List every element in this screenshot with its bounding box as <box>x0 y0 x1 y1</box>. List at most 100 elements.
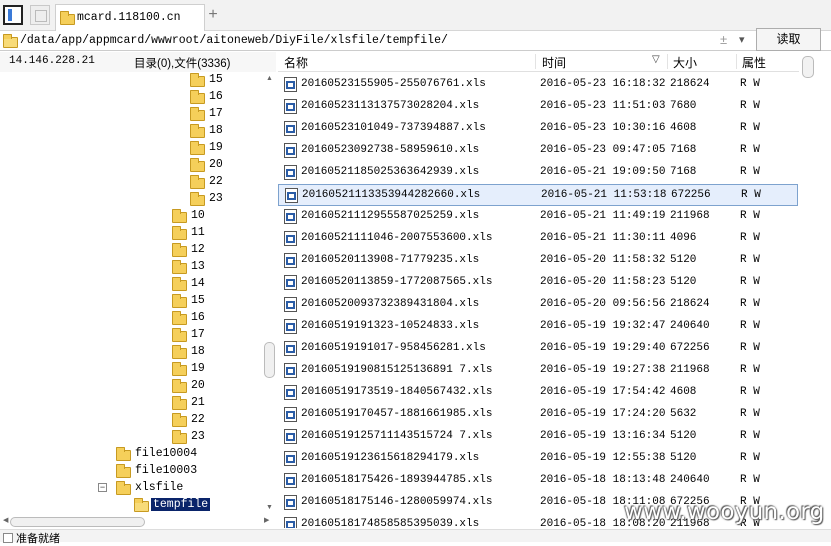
file-list-scrollbar[interactable] <box>799 52 819 528</box>
window-icon[interactable] <box>30 5 50 25</box>
folder-icon <box>172 243 187 257</box>
folder-icon <box>3 34 18 48</box>
folder-icon <box>172 209 187 223</box>
file-row[interactable]: 20160518175426-1893944785.xls 2016-05-18 … <box>278 470 798 492</box>
file-row[interactable]: 20160519190815125136891 7.xls 2016-05-19 … <box>278 360 798 382</box>
file-row[interactable]: 20160519170457-1881661985.xls 2016-05-19 … <box>278 404 798 426</box>
file-row[interactable]: 20160523092738-58959610.xls 2016-05-23 09… <box>278 140 798 162</box>
column-divider[interactable] <box>535 54 536 69</box>
file-size: 4608 <box>670 386 697 398</box>
folder-icon <box>172 311 187 325</box>
folder-icon <box>190 175 205 189</box>
panel-toggle-icon[interactable] <box>3 5 23 25</box>
address-bar[interactable]: /data/app/appmcard/wwwroot/aitoneweb/Diy… <box>0 31 831 51</box>
file-attr: R W <box>740 78 760 90</box>
file-name: 20160523101049-737394887.xls <box>301 122 486 134</box>
file-size: 5120 <box>670 430 697 442</box>
xls-file-icon <box>284 473 297 488</box>
file-time: 2016-05-20 11:58:32 <box>540 254 666 266</box>
folder-icon <box>172 294 187 308</box>
file-row[interactable]: 20160521111046-2007553600.xls 2016-05-21 … <box>278 228 798 250</box>
tree-node-label: 16 <box>209 90 223 103</box>
folder-icon <box>190 73 205 87</box>
file-time: 2016-05-20 09:56:56 <box>540 298 666 310</box>
read-button[interactable]: 读取 <box>756 28 821 51</box>
file-time: 2016-05-19 12:55:38 <box>540 452 666 464</box>
xls-file-icon <box>284 275 297 290</box>
chevron-down-icon[interactable]: ▾ <box>739 33 745 46</box>
tree-horizontal-scrollbar[interactable]: ◀ ▶ <box>0 515 276 528</box>
file-name: 20160523092738-58959610.xls <box>301 144 480 156</box>
path-input[interactable]: /data/app/appmcard/wwwroot/aitoneweb/Diy… <box>20 34 448 47</box>
folder-icon <box>190 107 205 121</box>
column-attr[interactable]: 属性 <box>742 54 766 71</box>
xls-file-icon <box>284 451 297 466</box>
tab-site[interactable]: mcard.118100.cn <box>55 4 205 31</box>
file-name: 20160523113137573028204.xls <box>301 100 480 112</box>
tree-node-label: 19 <box>209 141 223 154</box>
file-row[interactable]: 20160520113908-71779235.xls 2016-05-20 11… <box>278 250 798 272</box>
scroll-thumb[interactable] <box>802 56 814 78</box>
file-name: 20160521111046-2007553600.xls <box>301 232 493 244</box>
xls-file-icon <box>284 319 297 334</box>
xls-file-icon <box>284 99 297 114</box>
file-attr: R W <box>740 298 760 310</box>
file-size: 4096 <box>670 232 697 244</box>
file-size: 5120 <box>670 254 697 266</box>
file-row[interactable]: 20160520093732389431804.xls 2016-05-20 09… <box>278 294 798 316</box>
collapse-icon[interactable]: − <box>98 483 107 492</box>
tree-node-label: 22 <box>209 175 223 188</box>
xls-file-icon <box>284 297 297 312</box>
file-list[interactable]: 20160523155905-255076761.xls 2016-05-23 1… <box>278 74 799 528</box>
file-row[interactable]: 20160521112955587025259.xls 2016-05-21 11… <box>278 206 798 228</box>
file-time: 2016-05-20 11:58:23 <box>540 276 666 288</box>
file-name: 20160518175146-1280059974.xls <box>301 496 493 508</box>
tree-node-label: file10004 <box>135 447 198 460</box>
file-attr: R W <box>740 210 760 222</box>
tree-vertical-scrollbar[interactable]: ▲ ▼ <box>263 72 276 515</box>
scroll-up-icon[interactable]: ▲ <box>266 75 273 82</box>
column-time[interactable]: 时间 <box>542 54 566 71</box>
directory-tree[interactable]: 15 16 17 18 19 20 22 23 10 11 12 13 14 15 16 17 18 19 20 21… <box>0 72 263 515</box>
sort-chevron-icon[interactable]: ▽ <box>652 54 660 65</box>
file-row[interactable]: 20160519173519-1840567432.xls 2016-05-19 … <box>278 382 798 404</box>
file-row[interactable]: 20160519191323-10524833.xls 2016-05-19 19… <box>278 316 798 338</box>
file-row[interactable]: 20160523113137573028204.xls 2016-05-23 11… <box>278 96 798 118</box>
file-time: 2016-05-19 19:27:38 <box>540 364 666 376</box>
column-size[interactable]: 大小 <box>673 54 697 71</box>
file-size: 211968 <box>670 364 710 376</box>
folder-icon <box>172 379 187 393</box>
folder-icon <box>172 362 187 376</box>
folder-icon <box>190 141 205 155</box>
file-row[interactable]: 20160519191017-958456281.xls 2016-05-19 1… <box>278 338 798 360</box>
tree-node-label: 22 <box>191 413 205 426</box>
file-row[interactable]: 20160521113353944282660.xls 2016-05-21 11… <box>278 184 798 206</box>
folder-icon <box>190 90 205 104</box>
xls-file-icon <box>284 143 297 158</box>
file-row[interactable]: 20160523155905-255076761.xls 2016-05-23 1… <box>278 74 798 96</box>
file-row[interactable]: 20160519125711143515724 7.xls 2016-05-19 … <box>278 426 798 448</box>
scroll-right-icon[interactable]: ▶ <box>264 516 269 524</box>
file-attr: R W <box>740 430 760 442</box>
file-row[interactable]: 20160519123615618294179.xls 2016-05-19 12… <box>278 448 798 470</box>
new-tab-button[interactable]: + <box>206 6 220 24</box>
file-row[interactable]: 20160520113859-1772087565.xls 2016-05-20 … <box>278 272 798 294</box>
column-divider[interactable] <box>667 54 668 69</box>
file-name: 20160518175426-1893944785.xls <box>301 474 493 486</box>
file-row[interactable]: 20160523101049-737394887.xls 2016-05-23 1… <box>278 118 798 140</box>
column-divider[interactable] <box>736 54 737 69</box>
plus-minus-icon[interactable]: ± <box>720 32 727 47</box>
xls-file-icon <box>284 77 297 92</box>
file-row[interactable]: 20160521185025363642939.xls 2016-05-21 19… <box>278 162 798 184</box>
folder-icon <box>172 413 187 427</box>
scroll-thumb[interactable] <box>10 517 145 527</box>
file-name: 20160518174858585395039.xls <box>301 518 480 528</box>
scroll-thumb[interactable] <box>264 342 275 378</box>
tree-node-label: 12 <box>191 243 205 256</box>
file-time: 2016-05-21 19:09:50 <box>540 166 666 178</box>
column-name[interactable]: 名称 <box>284 54 308 71</box>
file-attr: R W <box>740 408 760 420</box>
file-attr: R W <box>740 386 760 398</box>
scroll-left-icon[interactable]: ◀ <box>3 516 8 524</box>
scroll-down-icon[interactable]: ▼ <box>266 504 273 511</box>
